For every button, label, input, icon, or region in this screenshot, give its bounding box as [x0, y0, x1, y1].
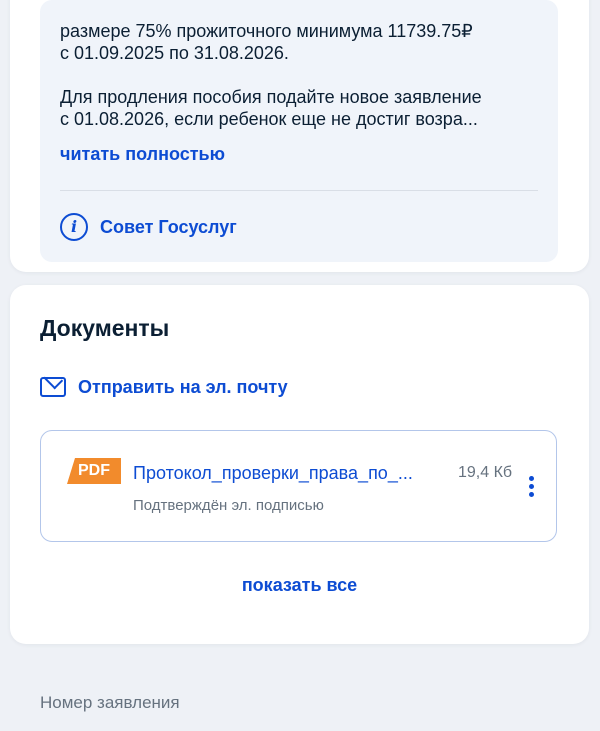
read-more-link[interactable]: читать полностью: [60, 144, 225, 165]
file-signature-status: Подтверждён эл. подписью: [133, 497, 324, 514]
benefit-paragraph-2-line-1: Для продления пособия подайте новое заяв…: [60, 87, 482, 107]
documents-title: Документы: [40, 315, 170, 341]
documents-card: Документы Отправить на эл. почту PDF Про…: [10, 285, 589, 644]
benefit-card: размере 75% прожиточного минимума 11739.…: [10, 0, 589, 272]
gosuslugi-tip-button[interactable]: i Совет Госуслуг: [60, 211, 237, 243]
benefit-info-box: размере 75% прожиточного минимума 11739.…: [40, 0, 558, 262]
benefit-paragraph-1-line-1: размере 75% прожиточного минимума 11739.…: [60, 21, 473, 41]
file-name-link[interactable]: Протокол_проверки_права_по_...: [133, 463, 445, 484]
more-options-icon[interactable]: [521, 472, 541, 502]
benefit-paragraph-2: Для продления пособия подайте новое заяв…: [60, 86, 540, 130]
application-number-label: Номер заявления: [40, 693, 180, 712]
benefit-paragraph-1: размере 75% прожиточного минимума 11739.…: [60, 20, 540, 64]
show-all-button[interactable]: показать все: [10, 575, 589, 596]
send-email-label: Отправить на эл. почту: [78, 376, 288, 397]
send-email-button[interactable]: Отправить на эл. почту: [40, 375, 288, 399]
info-icon: i: [60, 213, 88, 241]
mail-icon: [40, 377, 66, 397]
benefit-paragraph-1-line-2: с 01.09.2025 по 31.08.2026.: [60, 43, 289, 63]
pdf-file-icon: PDF: [67, 458, 121, 484]
tip-label: Совет Госуслуг: [100, 216, 237, 237]
file-size: 19,4 Кб: [458, 464, 513, 481]
file-item[interactable]: PDF Протокол_проверки_права_по_... 19,4 …: [40, 430, 557, 542]
benefit-paragraph-2-line-2: с 01.08.2026, если ребенок еще не достиг…: [60, 109, 478, 129]
divider: [60, 190, 538, 191]
